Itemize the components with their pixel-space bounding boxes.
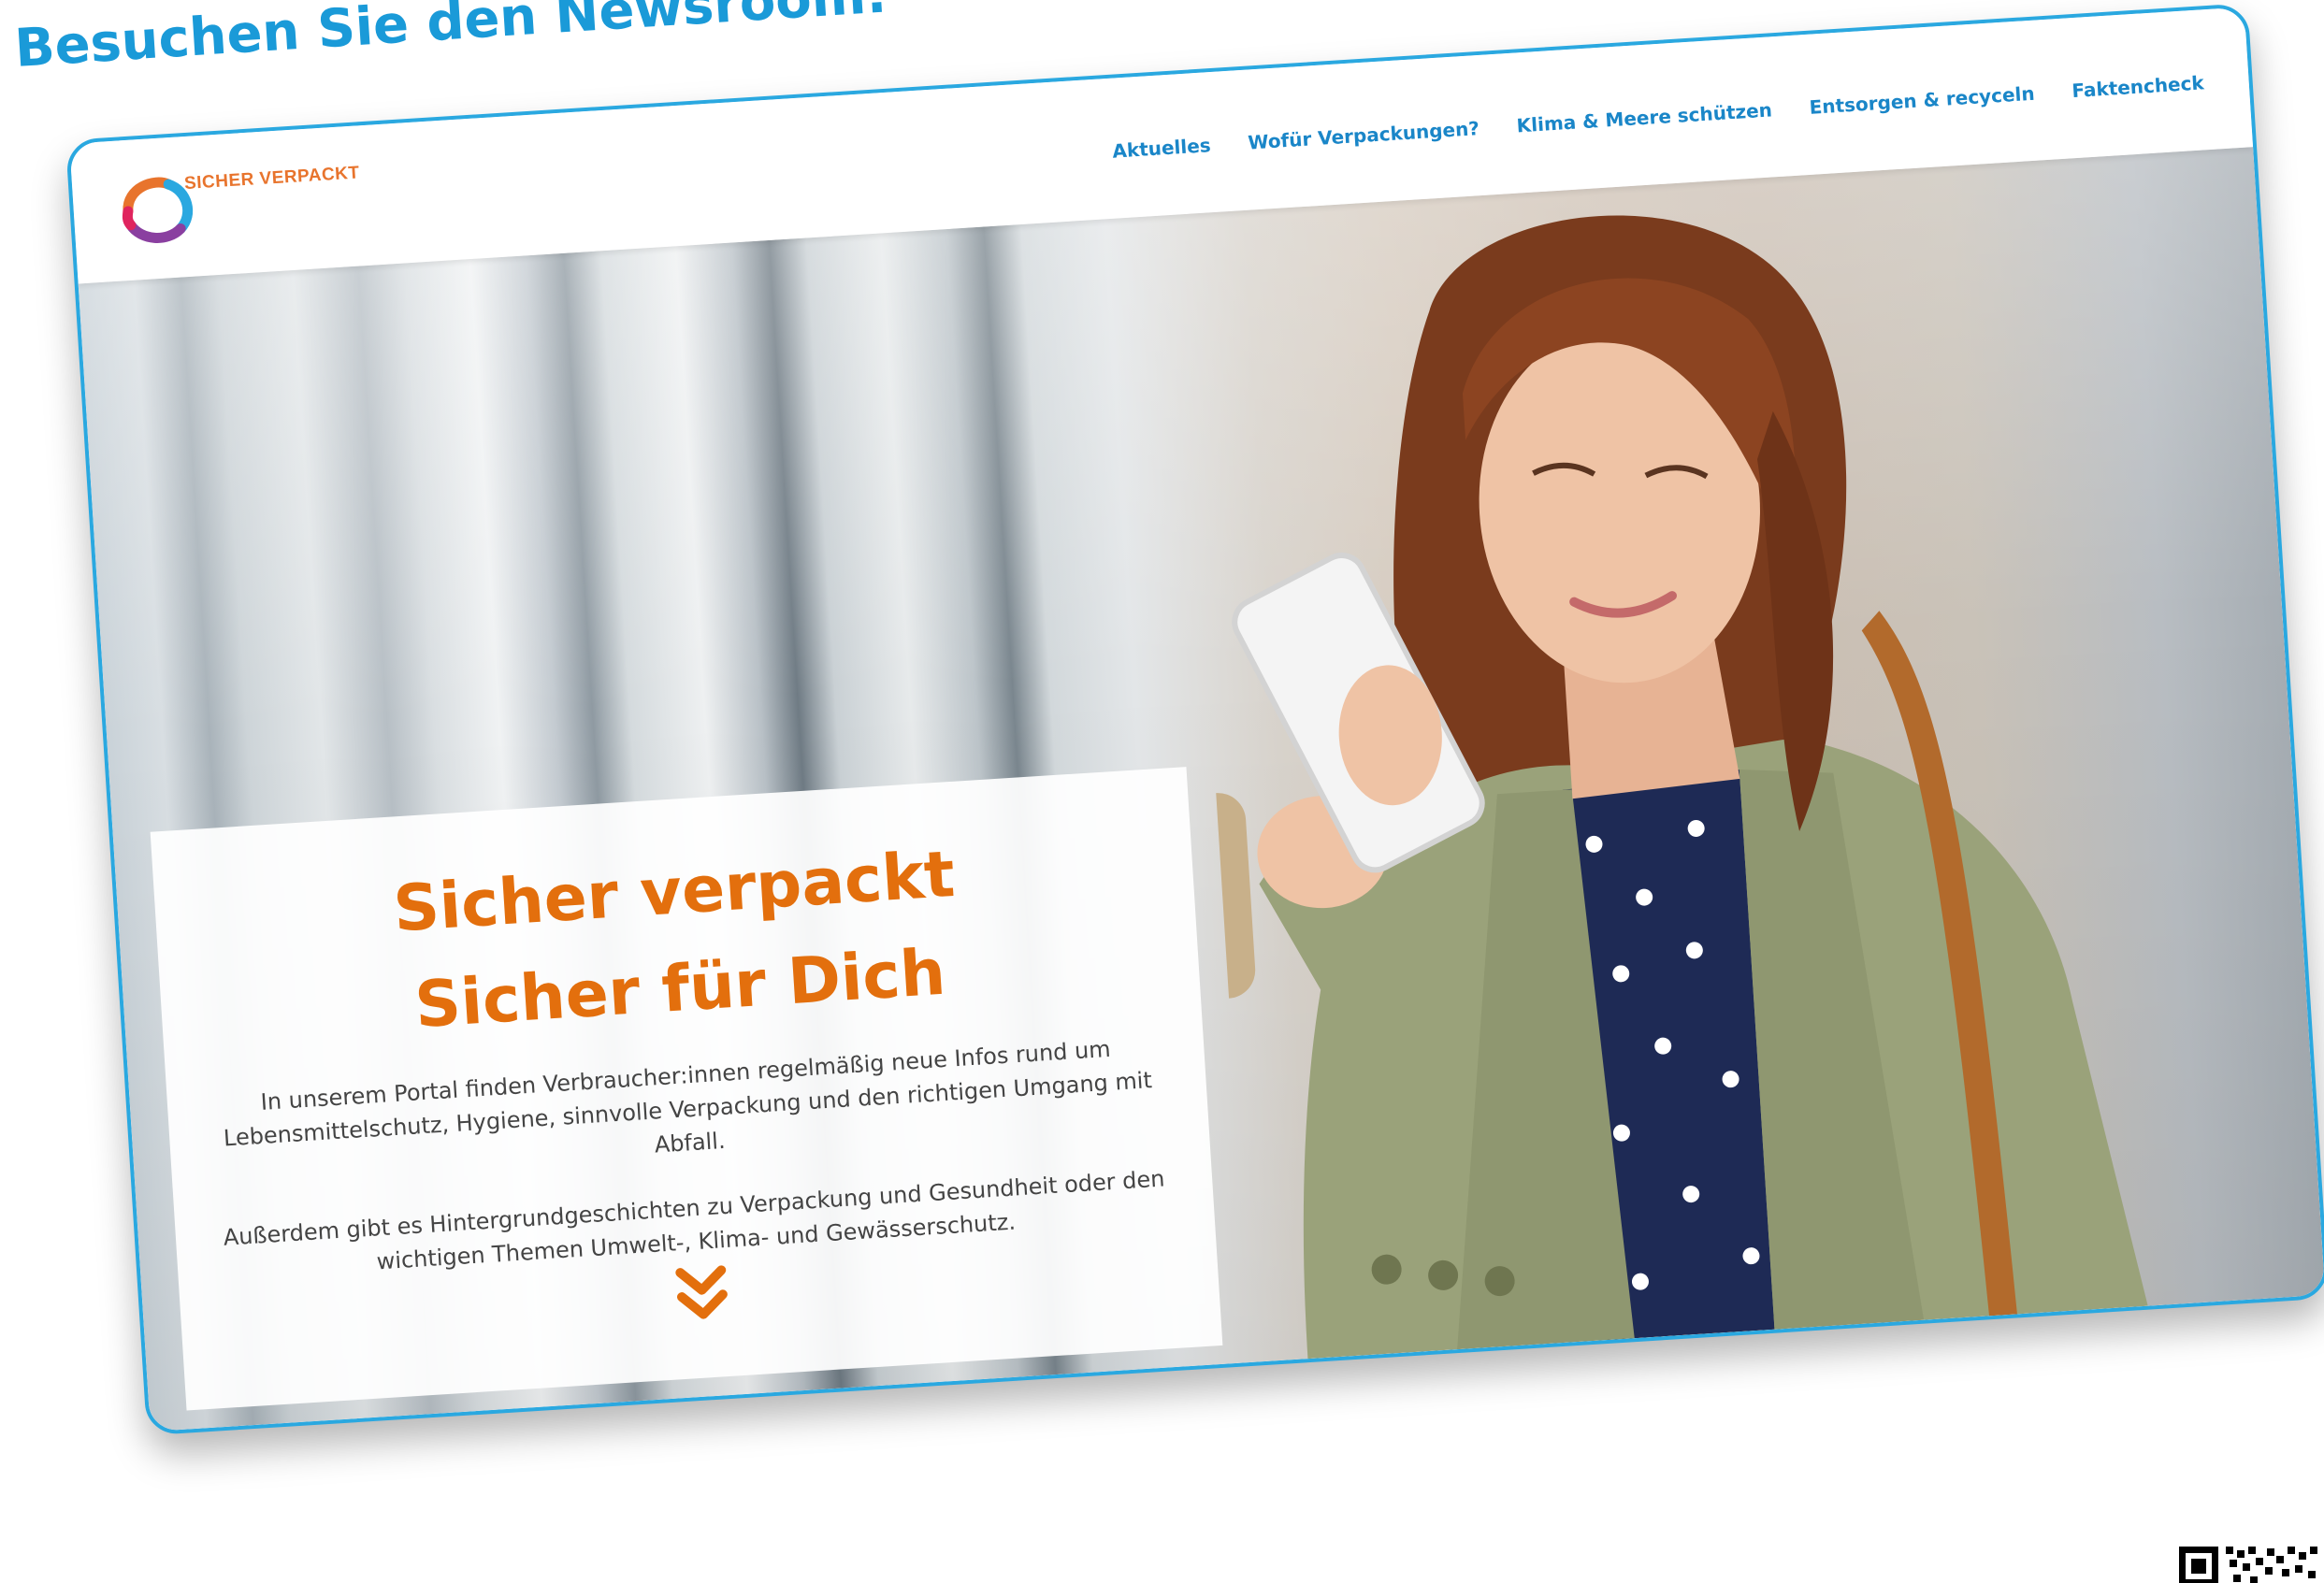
nav-link-wofuer-verpackungen[interactable]: Wofür Verpackungen?	[1248, 117, 1480, 154]
logo-text: SICHER VERPACKT	[183, 163, 361, 194]
page-heading: Besuchen Sie den Newsroom:	[12, 0, 889, 80]
hero-info-card: Sicher verpackt Sicher für Dich In unser…	[150, 767, 1223, 1411]
nav-link-faktencheck[interactable]: Faktencheck	[2071, 71, 2205, 102]
hero-section: Sicher verpackt Sicher für Dich In unser…	[78, 147, 2324, 1432]
main-navigation: Aktuelles Wofür Verpackungen? Klima & Me…	[1112, 71, 2205, 162]
website-screenshot-frame: SICHER VERPACKT Aktuelles Wofür Verpacku…	[65, 3, 2324, 1436]
qr-code-icon[interactable]	[2179, 1541, 2324, 1583]
nav-link-aktuelles[interactable]: Aktuelles	[1112, 134, 1212, 163]
hero-description: In unserem Portal finden Verbraucher:inn…	[213, 1029, 1168, 1288]
double-chevron-down-icon[interactable]	[674, 1264, 730, 1327]
hero-photo-woman-with-phone	[1179, 215, 2148, 1360]
nav-link-entsorgen-recyceln[interactable]: Entsorgen & recyceln	[1809, 82, 2035, 119]
hero-title: Sicher verpackt Sicher für Dich	[153, 812, 1202, 1071]
nav-link-klima-meere[interactable]: Klima & Meere schützen	[1516, 98, 1773, 137]
